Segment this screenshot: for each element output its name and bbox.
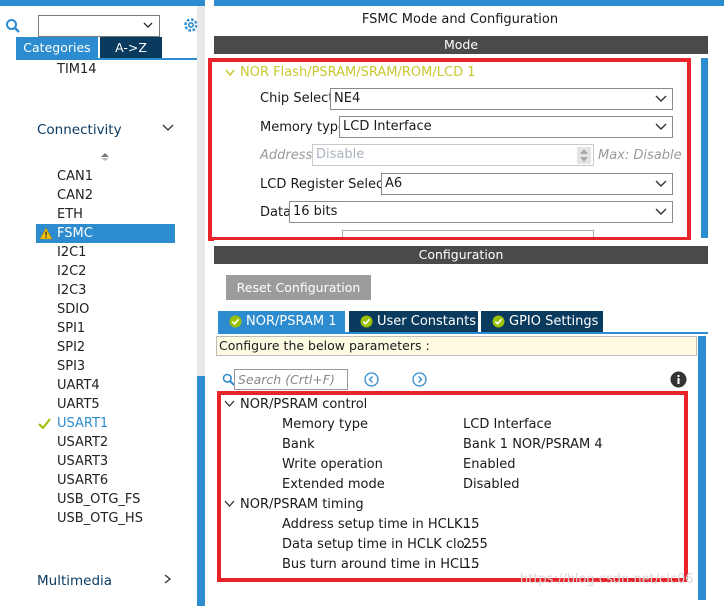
check-circle-icon xyxy=(360,315,373,328)
check-circle-icon xyxy=(229,315,242,328)
left-search-input[interactable] xyxy=(38,15,160,37)
chevron-down-icon[interactable] xyxy=(142,19,154,31)
chevron-right-icon[interactable] xyxy=(162,573,172,585)
warning-icon xyxy=(39,227,53,240)
list-item[interactable]: USART6 xyxy=(16,471,176,490)
tab-user-constants[interactable]: User Constants xyxy=(349,311,478,332)
config-scrollbar[interactable] xyxy=(698,336,706,600)
configure-instruction: Configure the below parameters : xyxy=(216,336,697,356)
list-item[interactable]: SPI2 xyxy=(16,338,176,357)
list-item[interactable]: ETH xyxy=(16,205,176,224)
category-tree: TIM14 Connectivity CAN1 CAN2 ETH FSMC I2… xyxy=(16,60,196,600)
right-panel: FSMC Mode and Configuration Mode NOR Fla… xyxy=(208,0,724,600)
list-item[interactable]: CAN1 xyxy=(16,167,176,186)
section-gap xyxy=(214,240,708,245)
tab-categories[interactable]: Categories xyxy=(16,37,98,58)
list-item[interactable]: TIM14 xyxy=(16,60,176,79)
list-item[interactable]: USB_OTG_FS xyxy=(16,490,176,509)
left-tabs: Categories A->Z xyxy=(16,37,178,58)
list-item[interactable]: SPI1 xyxy=(16,319,176,338)
list-item[interactable]: SPI3 xyxy=(16,357,176,376)
list-item[interactable]: UART4 xyxy=(16,376,176,395)
tab-underline xyxy=(218,332,708,334)
scrollbar-thumb[interactable] xyxy=(698,336,706,600)
next-icon[interactable] xyxy=(412,372,427,387)
page-title: FSMC Mode and Configuration xyxy=(361,12,559,27)
list-item[interactable]: I2C2 xyxy=(16,262,176,281)
search-icon[interactable] xyxy=(5,18,21,34)
previous-icon[interactable] xyxy=(364,372,379,387)
list-item[interactable]: I2C1 xyxy=(16,243,176,262)
watermark: https://blog.csdn.net/clc06 xyxy=(520,572,694,587)
tab-a-to-z[interactable]: A->Z xyxy=(100,37,162,58)
chevron-down-icon[interactable] xyxy=(161,122,175,134)
list-item[interactable]: CAN2 xyxy=(16,186,176,205)
parameter-search-input[interactable]: Search (Crtl+F) xyxy=(234,369,348,390)
scrollbar-thumb[interactable] xyxy=(701,58,708,238)
highlight-box-mode xyxy=(208,58,691,241)
category-connectivity[interactable]: Connectivity xyxy=(37,122,122,138)
list-item[interactable]: UART5 xyxy=(16,395,176,414)
list-item[interactable]: USART2 xyxy=(16,433,176,452)
list-item[interactable]: USART3 xyxy=(16,452,176,471)
list-item[interactable]: USART1 xyxy=(16,414,176,433)
reset-configuration-button[interactable]: Reset Configuration xyxy=(226,275,371,300)
left-search-row xyxy=(0,6,205,37)
category-multimedia[interactable]: Multimedia xyxy=(37,573,112,589)
list-item[interactable]: USB_OTG_HS xyxy=(16,509,176,528)
checkmark-icon xyxy=(38,418,51,429)
configuration-header: Configuration xyxy=(214,246,708,264)
list-item[interactable]: I2C3 xyxy=(16,281,176,300)
right-top-bar xyxy=(214,0,724,6)
scrollbar-thumb[interactable] xyxy=(197,376,205,606)
list-item-selected[interactable]: FSMC xyxy=(36,224,175,243)
sort-icon[interactable] xyxy=(100,152,110,162)
tab-nor-psram-1[interactable]: NOR/PSRAM 1 xyxy=(218,311,345,332)
left-scrollbar[interactable] xyxy=(197,6,205,606)
mode-scrollbar[interactable] xyxy=(701,58,708,238)
mode-header: Mode xyxy=(214,36,708,54)
highlight-box-parameters xyxy=(217,391,688,582)
left-panel: Categories A->Z TIM14 Connectivity CAN1 … xyxy=(0,0,205,606)
list-item[interactable]: SDIO xyxy=(16,300,176,319)
info-icon[interactable] xyxy=(670,371,687,388)
tab-gpio-settings[interactable]: GPIO Settings xyxy=(481,311,603,332)
check-circle-icon xyxy=(492,315,505,328)
